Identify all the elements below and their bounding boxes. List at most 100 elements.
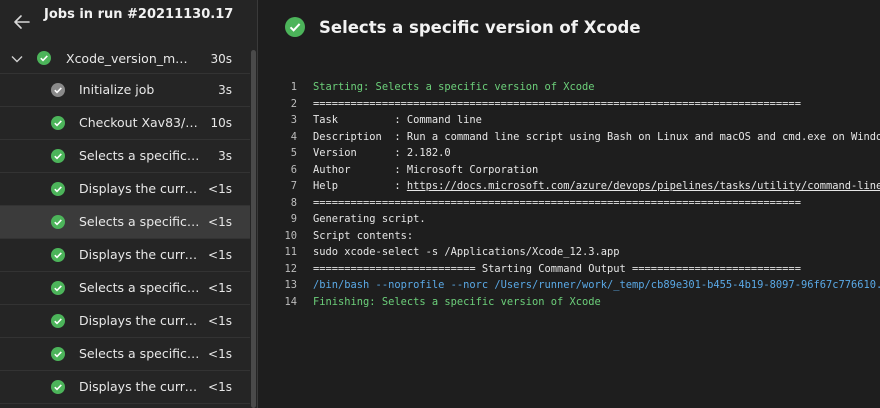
job-step-row[interactable]: Displays the curren... <1s — [0, 305, 250, 338]
log-line: 4 Description : Run a command line script… — [259, 131, 880, 148]
line-number: 5 — [290, 147, 297, 159]
job-step-name: Selects a specific v... — [79, 214, 201, 229]
log-line: 3 Task : Command line — [259, 114, 880, 131]
back-arrow-icon[interactable] — [12, 12, 32, 32]
job-step-duration: <1s — [208, 182, 232, 196]
line-number: 12 — [284, 262, 297, 275]
step-log-panel: Selects a specific version of Xcode 1 Sta… — [259, 0, 880, 408]
line-number: 11 — [284, 246, 297, 258]
job-step-duration: <1s — [208, 281, 232, 295]
line-content: ========================== Starting Comm… — [313, 262, 801, 275]
sidebar-title: Jobs in run #20211130.17 — [44, 7, 234, 22]
job-step-row[interactable]: Displays the curren... <1s — [0, 173, 250, 206]
job-step-row[interactable]: Displays the curren... <1s — [0, 239, 250, 272]
line-number: 2 — [290, 97, 297, 110]
line-content: ========================================… — [313, 97, 801, 110]
jobs-sidebar: Jobs in run #20211130.17 Xcode_version_m… — [0, 0, 258, 408]
line-content: Script contents: — [313, 229, 414, 242]
help-link[interactable]: https://docs.microsoft.com/azure/devops/… — [407, 180, 880, 192]
job-step-name: Displays the curren... — [79, 313, 201, 328]
line-text: Description : Run a command line script … — [313, 131, 880, 143]
line-content: sudo xcode-select -s /Applications/Xcode… — [313, 246, 620, 258]
job-step-row[interactable]: Checkout Xav83/tu... 10s — [0, 107, 250, 140]
line-number: 13 — [284, 279, 297, 291]
job-step-row[interactable]: Displays the curren... <1s — [0, 371, 250, 404]
success-check-icon — [51, 116, 65, 130]
line-text: Generating script. — [313, 213, 426, 225]
line-content: Author : Microsoft Corporation — [313, 163, 539, 176]
line-text: ========================== Starting Comm… — [313, 263, 801, 275]
job-step-duration: 10s — [210, 116, 232, 130]
line-text: Task : Command line — [313, 114, 482, 126]
job-step-name: Selects a specific v... — [79, 346, 201, 361]
job-step-name: Displays the curren... — [79, 181, 201, 196]
line-number: 6 — [290, 163, 297, 176]
job-step-duration: <1s — [208, 347, 232, 361]
success-check-icon — [51, 182, 65, 196]
line-text: sudo xcode-select -s /Applications/Xcode… — [313, 246, 620, 258]
line-number: 3 — [290, 114, 297, 126]
line-text: Finishing: Selects a specific version of… — [313, 296, 601, 308]
job-step-row[interactable]: Initialize job 3s — [0, 74, 250, 107]
log-line: 9 Generating script. — [259, 213, 880, 230]
line-number: 4 — [290, 130, 297, 143]
log-line: 7 Help : https://docs.microsoft.com/azure… — [259, 180, 880, 197]
log-line: 5 Version : 2.182.0 — [259, 147, 880, 164]
job-step-name: Selects a specific v... — [79, 280, 201, 295]
sidebar-scrollbar[interactable] — [251, 50, 256, 408]
job-group-row[interactable]: Xcode_version_macO... 30s — [0, 44, 250, 74]
line-number: 9 — [290, 213, 297, 225]
job-step-duration: <1s — [208, 248, 232, 262]
line-number: 10 — [284, 229, 297, 242]
job-step-name: Displays the curren... — [79, 379, 201, 394]
success-check-icon — [51, 380, 65, 394]
log-line: 14 Finishing: Selects a specific version … — [259, 296, 880, 313]
success-check-icon — [285, 17, 305, 37]
job-group-duration: 30s — [210, 52, 232, 66]
line-text: Starting: Selects a specific version of … — [313, 81, 595, 93]
success-check-icon — [51, 215, 65, 229]
line-number: 1 — [290, 81, 297, 93]
line-content: ========================================… — [313, 196, 801, 209]
line-content: Starting: Selects a specific version of … — [313, 81, 595, 93]
step-title: Selects a specific version of Xcode — [319, 18, 641, 37]
log-line: 12 ========================== Starting Co… — [259, 263, 880, 280]
job-step-row[interactable]: Selects a specific v... <1s — [0, 272, 250, 305]
line-number: 8 — [290, 196, 297, 209]
line-content: Description : Run a command line script … — [313, 130, 880, 143]
log-line: 10 Script contents: — [259, 230, 880, 247]
job-step-duration: <1s — [208, 215, 232, 229]
success-check-icon — [51, 248, 65, 262]
job-step-duration: <1s — [208, 380, 232, 394]
line-content: Task : Command line — [313, 114, 482, 126]
job-step-name: Displays the curren... — [79, 247, 201, 262]
job-step-name: Initialize job — [79, 82, 155, 97]
job-step-row[interactable]: Selects a specific v... <1s — [0, 206, 250, 239]
success-check-icon — [51, 314, 65, 328]
line-text: Author : Microsoft Corporation — [313, 164, 538, 176]
line-content: Version : 2.182.0 — [313, 147, 451, 159]
line-text: ========================================… — [313, 98, 801, 110]
pending-check-icon — [51, 83, 65, 97]
log-line: 8 =======================================… — [259, 197, 880, 214]
log-line: 6 Author : Microsoft Corporation — [259, 164, 880, 181]
job-step-row[interactable]: Selects a specific v... <1s — [0, 338, 250, 371]
line-text: Help : https://docs.microsoft.com/azure/… — [313, 180, 880, 192]
line-text: /bin/bash --noprofile --norc /Users/runn… — [313, 279, 880, 291]
line-content: Generating script. — [313, 213, 426, 225]
line-content: Help : — [313, 180, 407, 192]
chevron-down-icon[interactable] — [10, 52, 24, 66]
line-content: Finishing: Selects a specific version of… — [313, 295, 601, 308]
line-text: Version : 2.182.0 — [313, 147, 451, 159]
line-number: 7 — [290, 180, 297, 192]
line-text: Script contents: — [313, 230, 413, 242]
job-group-name: Xcode_version_macO... — [66, 51, 194, 66]
job-list: Xcode_version_macO... 30s Initialize job… — [0, 44, 250, 404]
success-check-icon — [37, 51, 51, 65]
job-step-duration: 3s — [218, 83, 232, 97]
log-output: 1 Starting: Selects a specific version of… — [259, 81, 880, 312]
log-line: 13/bin/bash --noprofile --norc /Users/ru… — [259, 279, 880, 296]
job-step-duration: 3s — [218, 149, 232, 163]
log-line: 1 Starting: Selects a specific version of… — [259, 81, 880, 98]
job-step-row[interactable]: Selects a specific ver... 3s — [0, 140, 250, 173]
